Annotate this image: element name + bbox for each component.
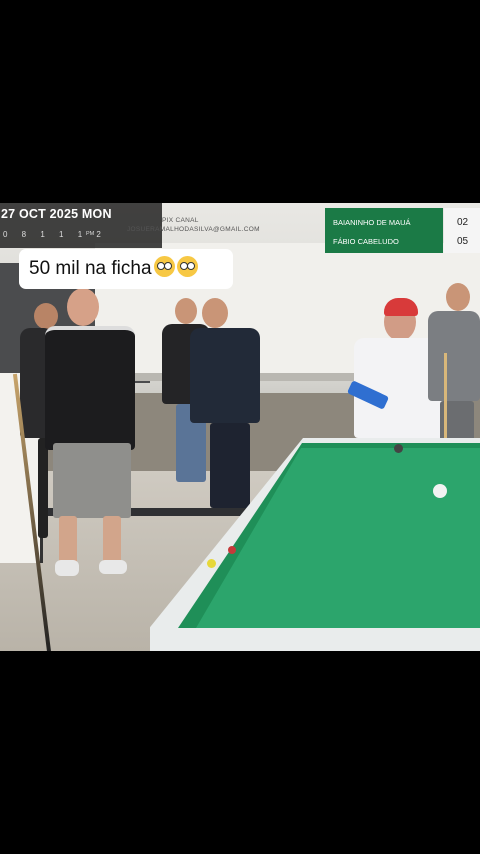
scoreboard-scores: 02 05 bbox=[444, 208, 480, 253]
cue-stick-right bbox=[444, 353, 447, 443]
player-1-name: BAIANINHO DE MAUÁ bbox=[333, 218, 411, 227]
pocket-ball-red bbox=[228, 546, 236, 554]
pix-email: JOSUERAMALHODASILVA@GMAIL.COM bbox=[127, 226, 260, 233]
player-1-score: 02 bbox=[457, 217, 469, 228]
caption-text: 50 mil na ficha bbox=[29, 258, 152, 279]
video-frame: 27 OCT 2025 MON 0 8 1 1 1 2 PM PIX CANAL… bbox=[0, 203, 480, 651]
scoreboard-names: BAIANINHO DE MAUÁ FÁBIO CABELUDO bbox=[325, 208, 443, 253]
pocket-ball-yellow bbox=[207, 559, 216, 568]
scream-emoji-icon bbox=[176, 256, 198, 277]
player-standing-arms bbox=[45, 288, 140, 588]
spectator-grey-hoodie bbox=[428, 283, 480, 443]
scoreboard: BAIANINHO DE MAUÁ FÁBIO CABELUDO 02 05 bbox=[325, 208, 480, 253]
spectator-puffer-jacket bbox=[190, 298, 270, 518]
object-ball bbox=[394, 444, 403, 453]
player-2-name: FÁBIO CABELUDO bbox=[333, 237, 399, 246]
cue-ball bbox=[433, 484, 447, 498]
date-text: 27 OCT 2025 MON bbox=[1, 207, 112, 221]
scream-emoji-icon bbox=[153, 256, 175, 277]
player-2-score: 05 bbox=[457, 236, 469, 247]
time-suffix: PM bbox=[86, 231, 95, 237]
caption-box: 50 mil na ficha bbox=[19, 249, 233, 289]
pix-label: PIX CANAL bbox=[162, 217, 199, 224]
